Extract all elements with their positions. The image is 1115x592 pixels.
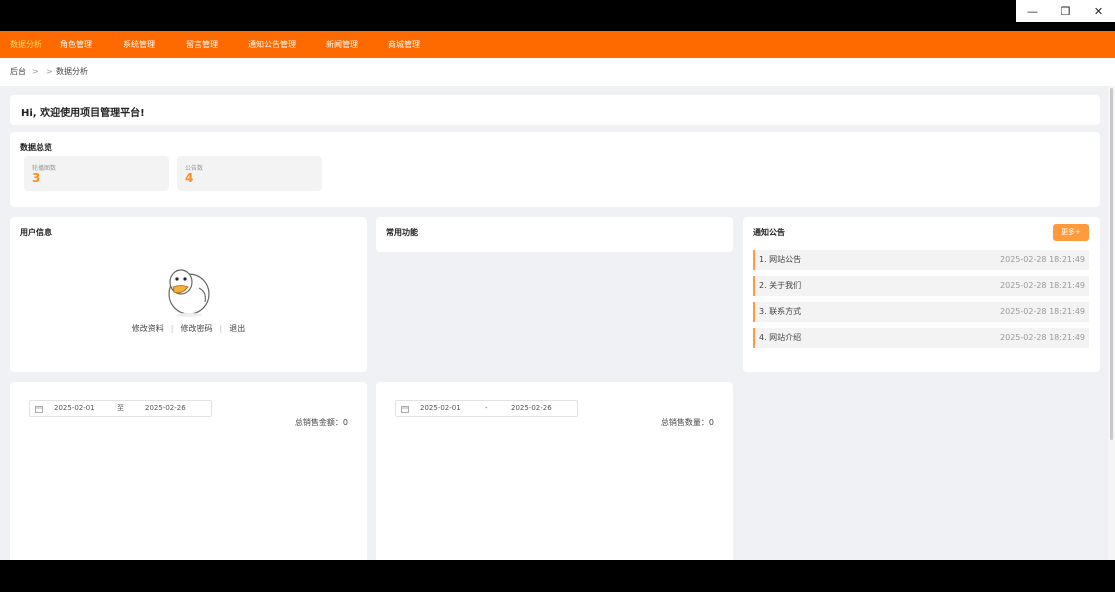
title-bar: — ❐ ✕ bbox=[0, 0, 1115, 31]
breadcrumb-separator: > bbox=[46, 67, 53, 76]
total-value: 0 bbox=[342, 418, 348, 427]
overview-title: 数据总览 bbox=[20, 143, 52, 152]
total-sales-amount: 总销售金额：0 bbox=[295, 417, 348, 428]
common-functions-card: 常用功能 bbox=[376, 217, 733, 252]
welcome-card: Hi, 欢迎使用项目管理平台! bbox=[10, 95, 1100, 125]
breadcrumb-root[interactable]: 后台 bbox=[10, 58, 26, 86]
nav-item-messages[interactable]: 留言管理 bbox=[186, 31, 218, 58]
nav-item-notices[interactable]: 通知公告管理 bbox=[248, 31, 296, 58]
common-functions-title: 常用功能 bbox=[386, 228, 418, 237]
notice-title: 2. 关于我们 bbox=[759, 281, 802, 290]
edit-profile-link[interactable]: 修改资料 bbox=[132, 324, 164, 333]
overview-card: 数据总览 轮播图数 3 公告数 4 bbox=[10, 132, 1100, 207]
restore-button[interactable]: ❐ bbox=[1049, 0, 1082, 22]
close-button[interactable]: ✕ bbox=[1082, 0, 1115, 22]
nav-item-data-analysis[interactable]: 数据分析 bbox=[10, 31, 42, 58]
more-button[interactable]: 更多+ bbox=[1053, 224, 1089, 241]
user-info-card: 用户信息 修改资料 | 修改密码 | 退出 bbox=[10, 217, 367, 372]
link-separator: | bbox=[219, 324, 223, 333]
total-label: 总销售数量： bbox=[660, 418, 709, 427]
start-date-input[interactable]: 2025-02-01 bbox=[420, 401, 461, 416]
notices-card: 通知公告 更多+ 1. 网站公告 2025-02-28 18:21:49 2. … bbox=[743, 217, 1100, 372]
notice-item[interactable]: 2. 关于我们 2025-02-28 18:21:49 bbox=[753, 276, 1089, 296]
stat-notice-count: 公告数 4 bbox=[177, 156, 322, 191]
start-date-input[interactable]: 2025-02-01 bbox=[54, 401, 95, 416]
calendar-icon bbox=[35, 401, 43, 419]
user-info-title: 用户信息 bbox=[20, 228, 52, 237]
total-value: 0 bbox=[708, 418, 714, 427]
stat-value: 3 bbox=[32, 171, 41, 185]
logout-link[interactable]: 退出 bbox=[229, 324, 245, 333]
scrollbar-thumb[interactable] bbox=[1110, 88, 1113, 440]
date-range-separator: - bbox=[485, 404, 488, 412]
end-date-input[interactable]: 2025-02-26 bbox=[145, 401, 186, 416]
bottom-bar bbox=[0, 560, 1115, 592]
sales-count-card: 2025-02-01 - 2025-02-26 总销售数量：0 bbox=[376, 382, 733, 560]
main-content: Hi, 欢迎使用项目管理平台! 数据总览 轮播图数 3 公告数 4 用户信息 修… bbox=[0, 86, 1108, 560]
top-nav: 数据分析 角色管理 系统管理 留言管理 通知公告管理 新闻管理 商城管理 bbox=[0, 31, 1115, 58]
breadcrumb: 后台 > > 数据分析 bbox=[0, 58, 1115, 86]
notice-title: 1. 网站公告 bbox=[759, 255, 802, 264]
notice-item[interactable]: 4. 网站介绍 2025-02-28 18:21:49 bbox=[753, 328, 1089, 348]
duck-avatar-icon bbox=[168, 269, 210, 317]
stat-carousel-count: 轮播图数 3 bbox=[24, 156, 169, 191]
window-controls: — ❐ ✕ bbox=[1016, 0, 1115, 22]
notice-item[interactable]: 3. 联系方式 2025-02-28 18:21:49 bbox=[753, 302, 1089, 322]
nav-item-news[interactable]: 新闻管理 bbox=[326, 31, 358, 58]
link-separator: | bbox=[170, 324, 174, 333]
notice-title: 3. 联系方式 bbox=[759, 307, 802, 316]
minimize-button[interactable]: — bbox=[1016, 0, 1049, 22]
notice-date: 2025-02-28 18:21:49 bbox=[1000, 281, 1085, 290]
total-label: 总销售金额： bbox=[294, 418, 343, 427]
nav-item-shop[interactable]: 商城管理 bbox=[388, 31, 420, 58]
notice-date: 2025-02-28 18:21:49 bbox=[1000, 307, 1085, 316]
notice-date: 2025-02-28 18:21:49 bbox=[1000, 255, 1085, 264]
breadcrumb-current: 数据分析 bbox=[56, 67, 88, 76]
stat-value: 4 bbox=[185, 171, 194, 185]
notice-item[interactable]: 1. 网站公告 2025-02-28 18:21:49 bbox=[753, 250, 1089, 270]
sales-amount-card: 2025-02-01 至 2025-02-26 总销售金额：0 bbox=[10, 382, 367, 560]
vertical-scrollbar[interactable] bbox=[1108, 86, 1115, 560]
date-range-picker[interactable]: 2025-02-01 至 2025-02-26 bbox=[29, 400, 212, 417]
change-password-link[interactable]: 修改密码 bbox=[181, 324, 213, 333]
user-links: 修改资料 | 修改密码 | 退出 bbox=[10, 323, 367, 334]
notices-title: 通知公告 bbox=[753, 228, 785, 237]
breadcrumb-separator: > bbox=[32, 67, 39, 76]
nav-item-roles[interactable]: 角色管理 bbox=[60, 31, 92, 58]
total-sales-count: 总销售数量：0 bbox=[661, 417, 714, 428]
date-range-picker[interactable]: 2025-02-01 - 2025-02-26 bbox=[395, 400, 578, 417]
welcome-text: Hi, 欢迎使用项目管理平台! bbox=[21, 108, 145, 119]
nav-item-system[interactable]: 系统管理 bbox=[123, 31, 155, 58]
notice-title: 4. 网站介绍 bbox=[759, 333, 802, 342]
date-range-separator: 至 bbox=[117, 404, 124, 412]
end-date-input[interactable]: 2025-02-26 bbox=[511, 401, 552, 416]
calendar-icon bbox=[401, 401, 409, 419]
notice-date: 2025-02-28 18:21:49 bbox=[1000, 333, 1085, 342]
